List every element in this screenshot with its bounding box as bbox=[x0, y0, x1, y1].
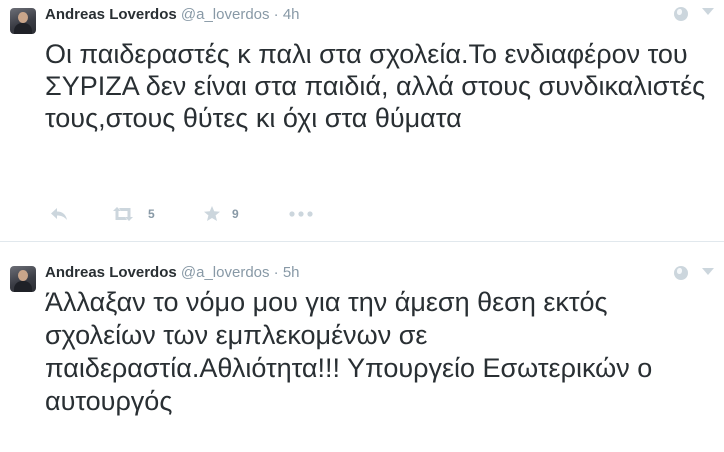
globe-icon bbox=[674, 266, 688, 280]
tweet-text: Άλλαξαν το νόμο μου για την άμεση θεση ε… bbox=[45, 287, 653, 416]
retweet-icon[interactable] bbox=[111, 206, 135, 222]
tweet-header: Andreas Loverdos @a_loverdos · 5h bbox=[45, 263, 300, 283]
header-separator: · bbox=[273, 264, 279, 281]
tweet-header: Andreas Loverdos @a_loverdos · 4h bbox=[45, 5, 300, 25]
chevron-down-icon[interactable] bbox=[702, 268, 714, 275]
tweet-timestamp[interactable]: 5h bbox=[283, 264, 300, 281]
favorite-count[interactable]: 9 bbox=[232, 207, 239, 227]
retweet-count[interactable]: 5 bbox=[148, 207, 155, 227]
more-icon[interactable] bbox=[289, 211, 313, 217]
tweet-actions: 5 9 bbox=[45, 204, 345, 224]
chevron-down-icon[interactable] bbox=[702, 8, 714, 15]
tweet[interactable]: Andreas Loverdos @a_loverdos · 5h Άλλαξα… bbox=[0, 242, 724, 452]
globe-icon bbox=[674, 7, 688, 21]
author-fullname[interactable]: Andreas Loverdos bbox=[45, 264, 177, 281]
header-separator: · bbox=[273, 6, 279, 23]
tweet-timestamp[interactable]: 4h bbox=[283, 6, 300, 23]
avatar[interactable] bbox=[10, 266, 36, 292]
author-username[interactable]: @a_loverdos bbox=[181, 6, 270, 23]
avatar[interactable] bbox=[10, 8, 36, 34]
star-icon[interactable] bbox=[203, 205, 221, 223]
reply-icon[interactable] bbox=[50, 207, 68, 221]
author-fullname[interactable]: Andreas Loverdos bbox=[45, 6, 177, 23]
tweet[interactable]: Andreas Loverdos @a_loverdos · 4h Οι παι… bbox=[0, 0, 724, 242]
tweet-text: Οι παιδεραστές κ παλι στα σχολεία.Το ενδ… bbox=[45, 39, 706, 133]
author-username[interactable]: @a_loverdos bbox=[181, 264, 270, 281]
